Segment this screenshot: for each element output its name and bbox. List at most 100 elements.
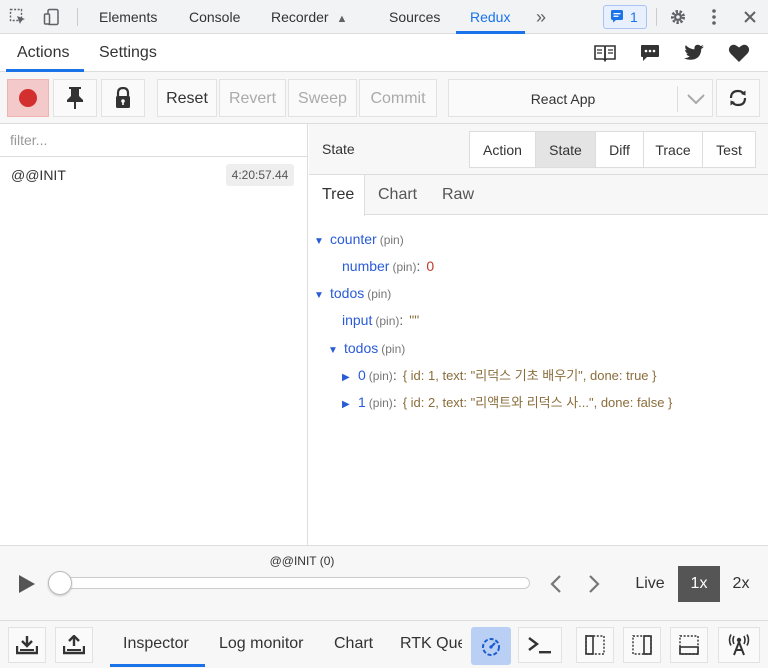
more-tabs-button[interactable]: » bbox=[536, 0, 546, 34]
import-button[interactable] bbox=[8, 627, 46, 663]
instance-select[interactable]: React App bbox=[448, 79, 713, 117]
kebab-menu-icon[interactable] bbox=[704, 7, 724, 27]
filter-input[interactable]: filter... bbox=[0, 124, 307, 157]
action-list-item[interactable]: @@INIT 4:20:57.44 bbox=[0, 160, 307, 190]
slider-track[interactable] bbox=[52, 577, 530, 589]
reset-button[interactable]: Reset bbox=[157, 79, 217, 117]
download-icon bbox=[16, 636, 38, 655]
commit-button[interactable]: Commit bbox=[359, 79, 437, 117]
expanded-arrow-icon: ▼ bbox=[314, 236, 324, 247]
tab-actions[interactable]: Actions bbox=[17, 34, 69, 72]
dock-left-icon bbox=[585, 635, 605, 655]
play-button[interactable] bbox=[16, 573, 38, 595]
tree-node-todos[interactable]: ▼ todos (pin) bbox=[314, 283, 391, 303]
upload-icon bbox=[63, 635, 85, 655]
issues-badge[interactable]: 1 bbox=[603, 5, 647, 29]
tree-node-number: number (pin): 0 bbox=[342, 258, 435, 274]
action-toolbar: Reset Revert Sweep Commit React App bbox=[0, 72, 768, 124]
tab-action[interactable]: Action bbox=[469, 131, 536, 168]
tree-node-todo-1[interactable]: ▶ 1 (pin):{ id: 2, text: "리액트와 리덕스 사...", … bbox=[342, 392, 672, 412]
pin-icon bbox=[67, 87, 83, 109]
sync-icon bbox=[729, 89, 747, 107]
tab-console[interactable]: Console bbox=[189, 0, 240, 34]
terminal-button[interactable] bbox=[518, 627, 562, 663]
device-toolbar-icon[interactable] bbox=[42, 7, 62, 27]
tab-raw[interactable]: Raw bbox=[442, 175, 474, 215]
tab-rtk-query[interactable]: RTK Que bbox=[400, 621, 462, 667]
tab-test[interactable]: Test bbox=[702, 131, 756, 168]
tree-node-counter[interactable]: ▼ counter (pin) bbox=[314, 229, 404, 249]
expanded-arrow-icon: ▼ bbox=[328, 345, 338, 356]
sync-button[interactable] bbox=[716, 79, 760, 117]
dock-bottom-icon bbox=[679, 635, 699, 655]
book-icon[interactable] bbox=[593, 42, 617, 64]
tab-chart-monitor[interactable]: Chart bbox=[334, 621, 373, 667]
previous-action-button[interactable] bbox=[545, 573, 567, 595]
action-name: @@INIT bbox=[11, 167, 66, 183]
inspector-header: State Action State Diff Trace Test bbox=[309, 124, 768, 175]
tab-sources[interactable]: Sources bbox=[389, 0, 440, 34]
issues-count: 1 bbox=[630, 9, 638, 25]
action-list-pane: filter... @@INIT 4:20:57.44 bbox=[0, 124, 308, 545]
record-button[interactable] bbox=[7, 79, 49, 117]
tab-settings[interactable]: Settings bbox=[99, 34, 157, 72]
chevron-down-icon bbox=[685, 89, 707, 109]
remote-antenna-icon bbox=[728, 634, 750, 656]
tab-log-monitor[interactable]: Log monitor bbox=[219, 621, 304, 667]
tab-inspector[interactable]: Inspector bbox=[123, 621, 189, 667]
close-icon[interactable] bbox=[740, 7, 760, 27]
gear-icon[interactable] bbox=[668, 7, 688, 27]
tree-node-todos-list[interactable]: ▼ todos (pin) bbox=[328, 338, 405, 358]
lock-button[interactable] bbox=[101, 79, 145, 117]
tab-chart[interactable]: Chart bbox=[378, 175, 417, 215]
twitter-icon[interactable] bbox=[682, 42, 706, 64]
tree-node-input: input (pin): "" bbox=[342, 312, 420, 328]
revert-button[interactable]: Revert bbox=[219, 79, 286, 117]
live-button[interactable]: Live bbox=[626, 566, 674, 602]
devtools-toolbar: Elements Console Recorder ▲ Sources Redu… bbox=[0, 0, 768, 34]
sweep-button[interactable]: Sweep bbox=[288, 79, 357, 117]
timer-icon bbox=[482, 638, 500, 656]
speed-1x-button[interactable]: 1x bbox=[678, 566, 720, 602]
tab-recorder-label: Recorder bbox=[271, 9, 329, 25]
inspect-element-icon[interactable] bbox=[8, 7, 28, 27]
tab-diff[interactable]: Diff bbox=[595, 131, 644, 168]
app-header: Actions Settings bbox=[0, 34, 768, 72]
pin-button[interactable] bbox=[53, 79, 97, 117]
dock-bottom-button[interactable] bbox=[670, 627, 708, 663]
dock-right-icon bbox=[632, 635, 652, 655]
tab-trace[interactable]: Trace bbox=[643, 131, 703, 168]
chevron-right-icon bbox=[589, 575, 600, 593]
play-icon bbox=[19, 575, 35, 593]
dock-left-button[interactable] bbox=[576, 627, 614, 663]
remote-button[interactable] bbox=[718, 627, 760, 663]
next-action-button[interactable] bbox=[583, 573, 605, 595]
flask-icon: ▲ bbox=[336, 13, 348, 25]
tab-redux[interactable]: Redux bbox=[470, 0, 510, 34]
tab-elements[interactable]: Elements bbox=[99, 0, 157, 34]
instance-selected-value: React App bbox=[530, 91, 596, 107]
heart-icon[interactable] bbox=[727, 42, 751, 64]
slider-thumb[interactable] bbox=[48, 571, 72, 595]
inspector-pane: State Action State Diff Trace Test Tree … bbox=[309, 124, 768, 545]
time-travel-slider: @@INIT (0) Live 1x 2x bbox=[0, 545, 768, 620]
inspector-tab-indicator bbox=[110, 664, 205, 667]
inspector-title: State bbox=[322, 141, 355, 157]
lock-icon bbox=[116, 87, 130, 108]
tab-tree[interactable]: Tree bbox=[309, 175, 365, 216]
tree-node-todo-0[interactable]: ▶ 0 (pin):{ id: 1, text: "리덕스 기초 배우기", don… bbox=[342, 365, 656, 385]
record-icon bbox=[19, 89, 37, 107]
chevron-left-icon bbox=[550, 575, 561, 593]
chat-icon[interactable] bbox=[638, 42, 662, 64]
tab-state[interactable]: State bbox=[535, 131, 596, 168]
monitor-toggle-button[interactable] bbox=[471, 627, 511, 665]
speed-2x-button[interactable]: 2x bbox=[722, 566, 760, 602]
tab-recorder[interactable]: Recorder ▲ bbox=[271, 0, 347, 34]
collapsed-arrow-icon: ▶ bbox=[342, 399, 350, 410]
export-button[interactable] bbox=[55, 627, 93, 663]
view-tabs: Tree Chart Raw bbox=[309, 175, 768, 216]
bottom-toolbar: Inspector Log monitor Chart RTK Que bbox=[0, 620, 768, 668]
dock-right-button[interactable] bbox=[623, 627, 661, 663]
collapsed-arrow-icon: ▶ bbox=[342, 372, 350, 383]
state-tree: ▼ counter (pin) number (pin): 0 ▼ todos (pin) … bbox=[309, 215, 768, 545]
